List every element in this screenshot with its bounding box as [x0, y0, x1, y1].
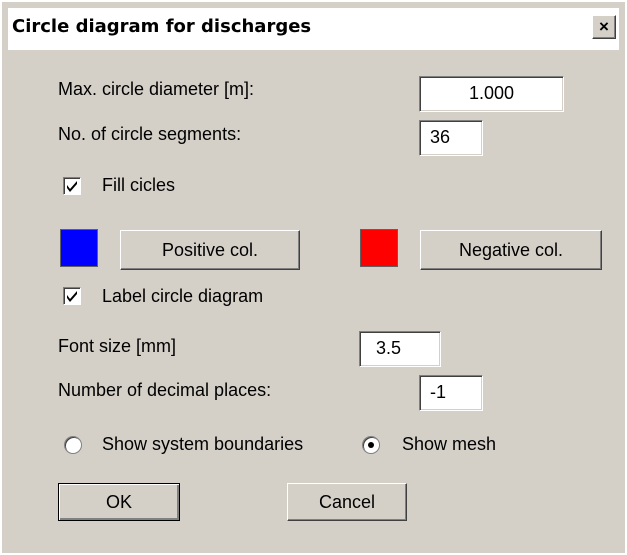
cancel-button-label: Cancel — [318, 492, 376, 512]
close-button[interactable]: × — [592, 15, 616, 39]
max-circle-diameter-label: Max. circle diameter [m]: — [58, 79, 255, 99]
show-mesh-label: Show mesh — [402, 434, 497, 454]
ok-button[interactable]: OK — [58, 483, 180, 521]
label-circle-diagram-checkbox[interactable] — [63, 287, 81, 305]
checkmark-icon — [67, 291, 77, 302]
negative-color-button[interactable]: Negative col. — [420, 230, 602, 270]
decimal-places-label: Number of decimal places: — [58, 380, 272, 400]
positive-color-button[interactable]: Positive col. — [120, 230, 300, 270]
fill-circles-checkbox[interactable] — [63, 177, 81, 195]
circle-diagram-dialog: Circle diagram for discharges × Max. cir… — [0, 0, 625, 553]
fill-circles-label: Fill cicles — [102, 175, 176, 195]
show-mesh-radio[interactable] — [362, 436, 380, 454]
circle-segments-input[interactable]: 36 — [419, 120, 483, 156]
ok-button-label: OK — [105, 492, 132, 512]
checkmark-icon — [67, 181, 77, 192]
max-circle-diameter-input[interactable]: 1.000 — [419, 76, 564, 112]
show-system-boundaries-radio[interactable] — [64, 436, 82, 454]
radio-selected-dot — [368, 442, 374, 448]
cancel-button[interactable]: Cancel — [287, 483, 407, 521]
positive-color-button-label: Positive col. — [161, 240, 259, 260]
decimal-places-input[interactable]: -1 — [419, 375, 483, 411]
font-size-label: Font size [mm] — [58, 336, 177, 356]
dialog-title: Circle diagram for discharges — [12, 16, 312, 37]
font-size-input[interactable]: 3.5 — [359, 331, 441, 367]
positive-color-swatch — [60, 229, 98, 267]
show-system-boundaries-label: Show system boundaries — [102, 434, 304, 454]
negative-color-button-label: Negative col. — [458, 240, 564, 260]
title-bar: Circle diagram for discharges × — [8, 8, 619, 50]
negative-color-swatch — [360, 229, 398, 267]
close-icon: × — [599, 17, 609, 36]
label-circle-diagram-label: Label circle diagram — [102, 286, 264, 306]
circle-segments-label: No. of circle segments: — [58, 124, 242, 144]
